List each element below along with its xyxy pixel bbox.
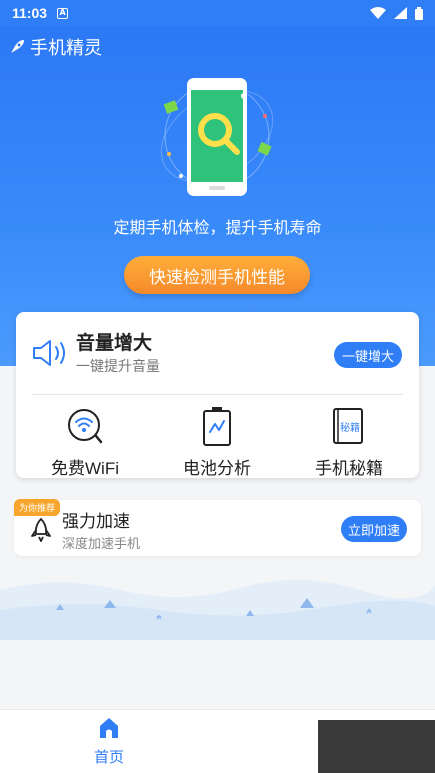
obscured-overlay: [318, 720, 435, 773]
quick-scan-button[interactable]: 快速检测手机性能: [124, 256, 310, 294]
accelerate-now-button[interactable]: 立即加速: [341, 516, 407, 542]
bottom-nav: 首页: [0, 709, 435, 773]
card-divider: [32, 394, 403, 395]
volume-boost-title: 音量增大: [76, 333, 153, 354]
feature-card: 音量增大 一键提升音量 一键增大 免费WiFi 电池分析 秘籍 手机秘籍: [16, 312, 419, 478]
recommend-subtitle: 深度加速手机: [62, 536, 141, 551]
nav-home-label: 首页: [93, 749, 124, 766]
status-bar: 11:03 A: [0, 0, 435, 26]
wifi-icon: [68, 409, 103, 444]
tool-label: 电池分析: [183, 459, 251, 478]
recommend-badge: 为你推荐: [14, 499, 61, 516]
status-time: 11:03: [12, 5, 48, 21]
volume-boost-button[interactable]: 一键增大: [334, 342, 402, 368]
speaker-icon: [33, 340, 65, 366]
rocket-outline-icon: [31, 518, 51, 542]
phone-scan-illustration: [160, 78, 274, 196]
battery-status-icon: [415, 6, 423, 20]
app-header: 手机精灵: [8, 34, 102, 60]
cell-signal-icon: [394, 7, 407, 19]
tool-phone-tips[interactable]: 秘籍 手机秘籍: [294, 406, 404, 479]
status-icons: [370, 6, 423, 20]
hero-slogan: 定期手机体检，提升手机寿命: [113, 220, 322, 237]
recommend-title: 强力加速: [62, 512, 130, 531]
wifi-signal-icon: [370, 7, 386, 19]
wave-decoration: [0, 579, 435, 640]
notification-icon: A: [57, 7, 69, 19]
tool-label: 免费WiFi: [51, 459, 119, 478]
svg-text:秘籍: 秘籍: [340, 421, 360, 434]
book-icon: 秘籍: [333, 408, 363, 444]
home-icon: [100, 718, 118, 738]
tool-label: 手机秘籍: [315, 459, 383, 478]
tool-battery-analysis[interactable]: 电池分析: [162, 406, 272, 479]
battery-icon: [203, 407, 231, 446]
app-title: 手机精灵: [30, 38, 102, 58]
recommend-card[interactable]: 为你推荐 强力加速 深度加速手机 立即加速: [14, 499, 421, 556]
volume-boost-subtitle: 一键提升音量: [76, 358, 160, 374]
tool-free-wifi[interactable]: 免费WiFi: [30, 406, 140, 479]
nav-home[interactable]: 首页: [84, 716, 134, 767]
rocket-icon: [11, 40, 24, 53]
